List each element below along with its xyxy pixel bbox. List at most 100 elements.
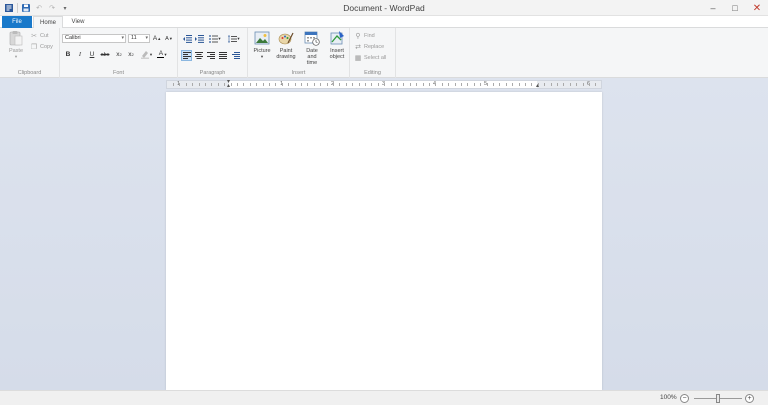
ruler-tick (243, 83, 245, 86)
ruler-tick (461, 83, 462, 86)
zoom-level: 100% (660, 394, 677, 401)
ruler-tick (217, 83, 219, 86)
ruler-tick (493, 83, 494, 86)
horizontal-ruler[interactable]: 1 1 2 3 4 5 6 ▾ ▴ ▴ (166, 79, 602, 89)
ruler-tick (576, 83, 578, 86)
ruler-tick (281, 83, 283, 86)
select-all-icon: ▦ (354, 54, 362, 62)
underline-button[interactable]: U (87, 50, 97, 59)
ruler-tick (429, 83, 430, 86)
ruler-tick (275, 83, 277, 86)
paste-dropdown-icon[interactable]: ▾ (15, 54, 17, 60)
ruler-tick (358, 83, 360, 86)
font-family-select[interactable]: Calibri ▾ (62, 34, 126, 43)
subscript-button[interactable]: x2 (114, 50, 124, 59)
ruler-tick (397, 83, 398, 86)
insert-picture-button[interactable]: Picture ▾ (251, 30, 273, 60)
justify-icon[interactable] (218, 51, 228, 60)
ruler-tick (525, 83, 526, 86)
ruler-tick (192, 83, 194, 86)
close-icon[interactable]: ✕ (746, 0, 768, 16)
status-bar: 100% − + (0, 390, 768, 405)
decrease-indent-icon[interactable] (182, 34, 192, 43)
paint-drawing-button[interactable]: Paint drawing (275, 30, 297, 60)
ribbon: Paste ▾ ✂ Cut ❐ Copy Clipboard Calibri ▾… (0, 28, 768, 78)
left-indent-marker[interactable]: ▴ (227, 83, 230, 89)
zoom-slider-thumb[interactable] (716, 394, 720, 403)
ruler-tick (365, 83, 366, 86)
replace-label: Replace (364, 43, 385, 50)
zoom-out-icon[interactable]: − (680, 394, 689, 403)
highlight-color-button[interactable]: ▾ (139, 50, 153, 59)
ruler-tick (371, 83, 373, 86)
ruler-tick (454, 83, 456, 86)
ruler-tick (256, 83, 258, 86)
find-button[interactable]: ⚲ Find (354, 31, 374, 40)
ruler-tick (320, 83, 322, 86)
ruler-tick (589, 83, 590, 86)
text-color-button[interactable]: A ▾ (155, 50, 169, 59)
document-workspace: 1 1 2 3 4 5 6 ▾ ▴ ▴ (0, 78, 768, 390)
ruler-tick (198, 83, 200, 86)
align-left-icon[interactable] (181, 50, 192, 61)
superscript-button[interactable]: x2 (126, 50, 136, 59)
editing-group: ⚲ Find ⇄ Replace ▦ Select all Editing (350, 28, 396, 78)
italic-button[interactable]: I (75, 50, 85, 59)
font-size-value: 11 (131, 35, 137, 41)
ruler-tick (333, 83, 334, 86)
ruler-tick (237, 83, 238, 86)
align-center-icon[interactable] (194, 51, 204, 60)
tab-file[interactable]: File (2, 16, 32, 28)
title-bar: ↶ ↷ ▾ Document - WordPad – □ ✕ (0, 0, 768, 16)
line-spacing-icon[interactable]: ▾ (226, 34, 242, 43)
strikethrough-button[interactable]: abc (100, 50, 110, 59)
bold-button[interactable]: B (63, 50, 73, 59)
ruler-tick (326, 83, 328, 86)
align-right-icon[interactable] (206, 51, 216, 60)
paste-button[interactable]: Paste ▾ (6, 30, 26, 60)
picture-icon (254, 31, 270, 45)
ruler-tick (211, 83, 213, 86)
increase-indent-icon[interactable] (194, 34, 204, 43)
ruler-tick (595, 83, 597, 86)
font-group: Calibri ▾ 11 ▾ A ▲ A ▼ B I U abc x2 x2 ▾ A… (60, 28, 178, 78)
zoom-in-icon[interactable]: + (745, 394, 754, 403)
document-page[interactable] (166, 92, 602, 390)
ruler-tick (262, 83, 264, 86)
insert-object-button[interactable]: Insert object (326, 30, 348, 60)
ruler-tick (205, 83, 206, 86)
ruler-tick (582, 83, 584, 86)
ruler-tick (473, 83, 475, 86)
maximize-icon[interactable]: □ (724, 0, 746, 16)
date-and-time-button[interactable]: Date and time (301, 30, 323, 66)
bullet-list-icon[interactable]: ▾ (207, 34, 223, 43)
ruler-tick (435, 83, 437, 86)
ruler-tick (403, 83, 405, 86)
paragraph-settings-icon[interactable] (231, 51, 241, 60)
ruler-tick (557, 83, 558, 86)
grow-font-button[interactable]: A ▲ (152, 34, 162, 43)
ruler-tick (179, 83, 181, 86)
shrink-font-button[interactable]: A ▼ (164, 34, 174, 43)
minimize-icon[interactable]: – (702, 0, 724, 16)
cut-button[interactable]: ✂ Cut (30, 31, 49, 40)
replace-button[interactable]: ⇄ Replace (354, 42, 384, 51)
font-size-select[interactable]: 11 ▾ (128, 34, 150, 43)
font-family-value: Calibri (65, 35, 81, 41)
copy-button[interactable]: ❐ Copy (30, 42, 53, 51)
clipboard-group-label: Clipboard (17, 70, 42, 76)
ruler-tick (531, 83, 533, 86)
tab-view[interactable]: View (64, 16, 92, 28)
date-and-time-label-2: time (306, 60, 318, 66)
ruler-tick (352, 83, 354, 86)
ruler-tick (467, 83, 469, 86)
select-all-button[interactable]: ▦ Select all (354, 53, 387, 62)
copy-label: Copy (40, 43, 53, 50)
copy-icon: ❐ (30, 43, 38, 51)
ruler-tick (563, 83, 565, 86)
ruler-tick (550, 83, 552, 86)
ruler-tick (301, 83, 302, 86)
cut-label: Cut (40, 32, 49, 39)
clipboard-group: Paste ▾ ✂ Cut ❐ Copy Clipboard (0, 28, 60, 78)
picture-dropdown-icon[interactable]: ▾ (261, 54, 263, 60)
